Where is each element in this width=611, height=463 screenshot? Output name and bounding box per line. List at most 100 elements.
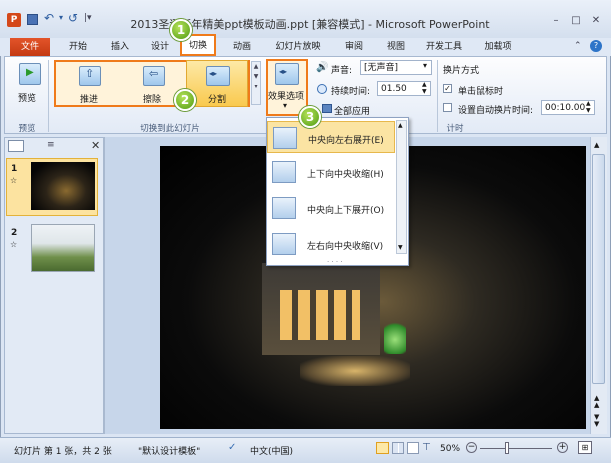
group-separator	[48, 60, 49, 132]
reading-view-icon[interactable]	[407, 442, 419, 454]
advance-slide-label: 换片方式	[443, 66, 480, 76]
menu-resize-grip[interactable]: · · · ·	[327, 258, 343, 266]
effect-split-horizontal-in[interactable]: 左右向中央收缩(V)	[267, 228, 395, 260]
scroll-thumb[interactable]	[592, 154, 605, 384]
effect-split-vertical-out[interactable]: 中央向上下展开(O)	[267, 192, 395, 224]
callout-1: 1	[170, 19, 192, 41]
slideshow-icon[interactable]: ⊤	[422, 442, 431, 453]
wipe-arrow-icon: ⇦	[149, 67, 159, 80]
effect-option-label: 中央向左右展开(E)	[308, 136, 384, 146]
scroll-up-icon[interactable]: ▲	[594, 141, 599, 149]
menu-scroll-up-icon[interactable]: ▲	[398, 122, 403, 129]
house-windows	[280, 290, 360, 340]
tree-image	[384, 318, 406, 354]
on-click-label: 单击鼠标时	[458, 87, 504, 97]
group-separator	[437, 60, 438, 132]
effect-option-label: 左右向中央收缩(V)	[307, 242, 384, 252]
zoom-slider-track[interactable]	[480, 448, 552, 449]
preview-group-label: 预览	[18, 124, 36, 134]
customize-qat-icon[interactable]: |▾	[84, 13, 92, 23]
save-icon[interactable]	[27, 14, 38, 25]
effect-option-label: 中央向上下展开(O)	[307, 206, 385, 216]
apply-all-icon	[322, 104, 332, 113]
tab-developer[interactable]: 开发工具	[420, 38, 468, 56]
prev-slide-icon[interactable]: ▲ ▲	[594, 395, 599, 409]
split-horizontal-out-icon	[273, 127, 297, 149]
undo-icon[interactable]: ↶	[44, 11, 54, 25]
split-vertical-out-icon	[272, 197, 296, 219]
effect-options-menu: 中央向左右展开(E) 上下向中央收缩(H) 中央向上下展开(O) 左右向中央收缩…	[266, 117, 409, 266]
slide-count-status: 幻灯片 第 1 张，共 2 张	[14, 447, 112, 457]
auto-advance-label: 设置自动换片时间:	[458, 106, 534, 116]
effect-option-label: 上下向中央收缩(H)	[307, 170, 384, 180]
slide-thumbnail-2[interactable]	[31, 224, 95, 272]
timing-group-label: 计时	[446, 124, 464, 134]
sound-select[interactable]: [无声音]	[360, 60, 432, 75]
slide-star-icon: ☆	[10, 176, 18, 185]
tab-review[interactable]: 审阅	[338, 38, 370, 56]
close-pane-icon[interactable]: ✕	[91, 139, 100, 152]
zoom-in-icon[interactable]: +	[557, 442, 568, 453]
restore-button[interactable]: □	[568, 14, 584, 28]
callout-3: 3	[299, 106, 321, 128]
slides-tab-icon[interactable]	[8, 140, 24, 152]
language-status[interactable]: 中文(中国)	[250, 444, 293, 457]
help-icon[interactable]: ?	[590, 40, 602, 52]
tab-view[interactable]: 视图	[380, 38, 412, 56]
close-button[interactable]: ✕	[588, 14, 604, 28]
split-horizontal-in-icon	[272, 233, 296, 255]
menu-scrollbar[interactable]	[396, 120, 407, 254]
app-icon[interactable]: P	[7, 13, 21, 27]
window-title: 2013圣诞新年精美ppt模板动画.ppt [兼容模式] - Microsoft…	[130, 18, 490, 31]
effect-split-vertical-in[interactable]: 上下向中央收缩(H)	[267, 156, 395, 188]
chevron-down-icon[interactable]: ▾	[59, 13, 63, 22]
sound-label: 声音:	[331, 66, 353, 76]
theme-status[interactable]: "默认设计模板"	[138, 444, 200, 457]
slide-thumbnail-1[interactable]	[31, 162, 95, 210]
tab-design[interactable]: 设计	[144, 38, 176, 56]
zoom-out-icon[interactable]: −	[466, 442, 477, 453]
duration-label: 持续时间:	[331, 87, 371, 97]
push-arrow-icon: ⇧	[85, 67, 95, 80]
split-transition-label[interactable]: 分割	[208, 92, 226, 105]
next-slide-icon[interactable]: ▼ ▼	[594, 414, 599, 428]
outline-tab-icon[interactable]: ≡	[47, 140, 55, 150]
tab-file[interactable]: 文件	[10, 38, 50, 56]
clock-icon	[317, 84, 327, 94]
minimize-ribbon-icon[interactable]: ⌃	[574, 41, 582, 51]
tab-addins[interactable]: 加载项	[478, 38, 518, 56]
zoom-slider-thumb[interactable]	[505, 442, 509, 454]
auto-advance-spinner[interactable]: ▲ ▼	[586, 100, 591, 114]
normal-view-icon[interactable]	[376, 442, 389, 454]
slide-number-2: 2	[11, 228, 18, 238]
preview-button[interactable]: 预览	[18, 91, 36, 104]
split-arrows-icon: ◂▸	[209, 69, 218, 78]
push-transition-label[interactable]: 推进	[80, 92, 98, 105]
tab-animations[interactable]: 动画	[226, 38, 258, 56]
slide-sorter-icon[interactable]	[392, 442, 404, 454]
spellcheck-icon[interactable]: ✓	[228, 442, 236, 453]
lit-path-image	[300, 356, 410, 386]
effect-arrows-icon: ◂▸	[279, 67, 288, 76]
menu-scroll-down-icon[interactable]: ▼	[398, 244, 403, 251]
on-click-checkbox[interactable]: ✓	[443, 84, 452, 93]
transition-group-label: 切换到此幻灯片	[140, 124, 200, 134]
preview-play-icon: ▶	[26, 67, 34, 78]
effect-split-horizontal-out[interactable]: 中央向左右展开(E)	[267, 121, 395, 153]
duration-spinner[interactable]: ▲ ▼	[422, 81, 427, 95]
auto-advance-checkbox[interactable]	[443, 103, 452, 112]
tab-insert[interactable]: 插入	[104, 38, 136, 56]
wipe-transition-label[interactable]: 擦除	[143, 92, 161, 105]
redo-icon[interactable]: ↺	[68, 11, 78, 25]
zoom-level[interactable]: 50%	[440, 444, 460, 454]
tab-slideshow[interactable]: 幻灯片放映	[268, 38, 328, 56]
slide-star-icon: ☆	[10, 240, 18, 249]
sound-icon: 🔊	[316, 62, 329, 73]
callout-2: 2	[174, 89, 196, 111]
apply-all-button[interactable]: 全部应用	[334, 104, 370, 117]
gallery-scroll[interactable]: ▲ ▼ ▾	[251, 61, 261, 105]
minimize-button[interactable]: –	[548, 14, 564, 28]
chevron-down-icon[interactable]: ▾	[423, 61, 427, 70]
fit-to-window-icon[interactable]: ⊞	[578, 441, 592, 454]
tab-home[interactable]: 开始	[62, 38, 94, 56]
